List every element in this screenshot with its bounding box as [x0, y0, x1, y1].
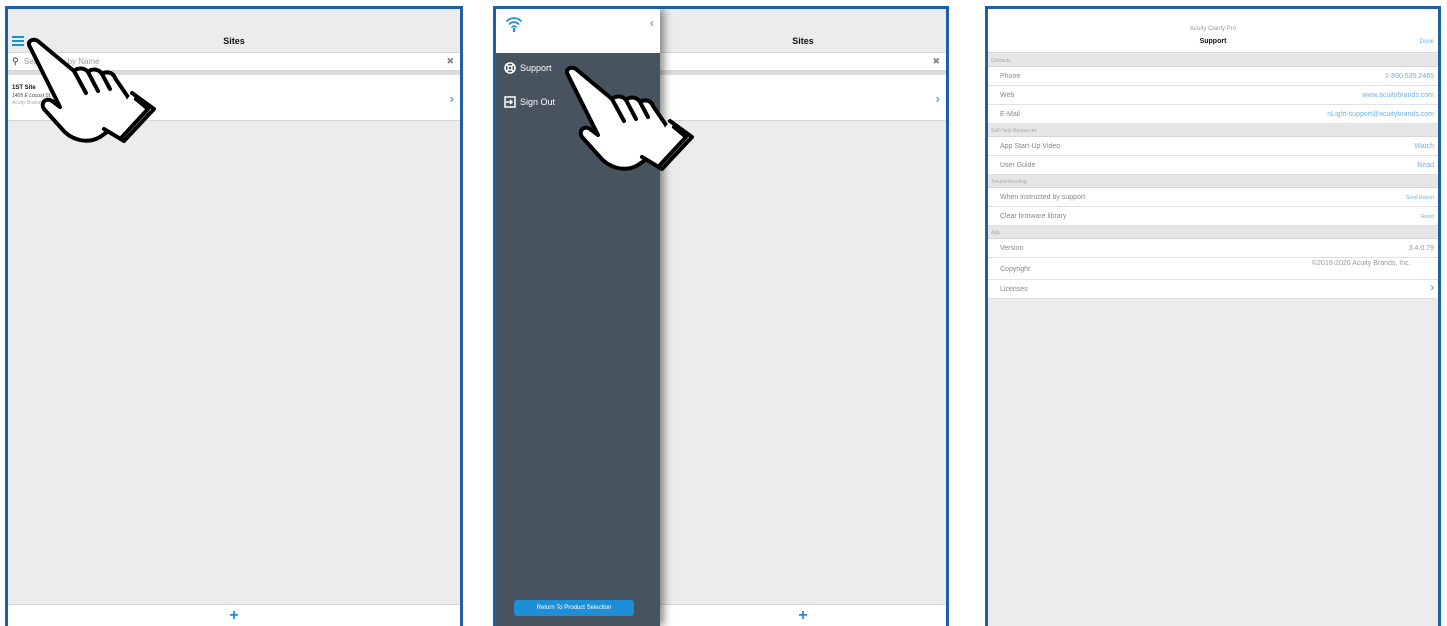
done-button[interactable]: Done	[1420, 39, 1434, 45]
sites-screen: Sites ⚲ Search Site by Name ✖ 1ST Site 1…	[5, 6, 463, 626]
nav-bar: Acuity Clairty Pro Support Done	[988, 9, 1438, 53]
row-user-guide[interactable]: User Guide Read	[988, 156, 1438, 175]
row-version: Version 3.4.0.79	[988, 239, 1438, 258]
section-header-troubleshooting: Troubleshooting	[988, 175, 1438, 188]
section-header-self-help: Self-Help Resources	[988, 124, 1438, 137]
site-list-item[interactable]: 1ST Site 1405 E Locust St, Ontario CA, 9…	[8, 75, 460, 121]
bottom-toolbar: +	[8, 604, 460, 626]
menu-item-label: Sign Out	[520, 97, 556, 107]
add-site-icon[interactable]: +	[8, 607, 460, 625]
search-bar[interactable]: ⚲ Search Site by Name ✖	[8, 53, 460, 71]
chevron-right-icon: ›	[1430, 282, 1434, 294]
page-title: Sites	[792, 36, 814, 46]
site-address: 1405 E Locust St, Ontario CA, 91761 USA	[12, 93, 106, 99]
chevron-right-icon: ›	[449, 91, 454, 106]
clear-icon[interactable]: ✖	[446, 56, 454, 67]
row-email[interactable]: E-Mail nLight-support@acuitybrands.com	[988, 105, 1438, 124]
site-owner: Acuity Brands	[12, 100, 43, 106]
chevron-right-icon: ›	[935, 91, 940, 106]
return-to-product-selection-button[interactable]: Return To Product Selection	[514, 600, 634, 616]
search-input[interactable]: Search Site by Name	[24, 57, 100, 66]
menu-item-label: Support	[520, 63, 552, 73]
site-name: 1ST Site	[12, 85, 36, 91]
row-copyright: Copyright ©2016-2020 Acuity Brands, Inc.	[988, 258, 1438, 280]
page-title: Support	[1199, 38, 1227, 45]
app-name: Acuity Clairty Pro	[1189, 26, 1236, 32]
support-screen: Acuity Clairty Pro Support Done Contacts…	[985, 6, 1441, 626]
section-header-app: App	[988, 226, 1438, 239]
row-app-video[interactable]: App Start-Up Video Watch	[988, 137, 1438, 156]
sites-screen-with-drawer: Sites ✖ › + ‹ Support Sign Out Return To…	[493, 6, 949, 626]
side-drawer: ‹ Support Sign Out Return To Product Sel…	[496, 9, 660, 626]
section-header-contacts: Contacts	[988, 54, 1438, 67]
search-icon: ⚲	[12, 56, 19, 66]
drawer-header: ‹	[496, 9, 660, 53]
row-web[interactable]: Web www.acuitybrands.com	[988, 86, 1438, 105]
page-title: Sites	[223, 36, 245, 46]
back-chevron-icon[interactable]: ‹	[650, 16, 654, 30]
support-lifebuoy-icon	[504, 62, 516, 74]
wireless-logo-icon	[506, 17, 522, 32]
row-phone[interactable]: Phone 1-800.535.2465	[988, 67, 1438, 86]
clear-icon[interactable]: ✖	[932, 56, 940, 67]
nav-bar: Sites	[8, 9, 460, 53]
sign-out-icon	[504, 96, 516, 108]
row-licenses[interactable]: Licenses ›	[988, 280, 1438, 299]
row-clear-firmware[interactable]: Clear firmware library Reset	[988, 207, 1438, 226]
empty-area	[988, 299, 1438, 626]
row-send-report[interactable]: When instructed by support Send Report	[988, 188, 1438, 207]
